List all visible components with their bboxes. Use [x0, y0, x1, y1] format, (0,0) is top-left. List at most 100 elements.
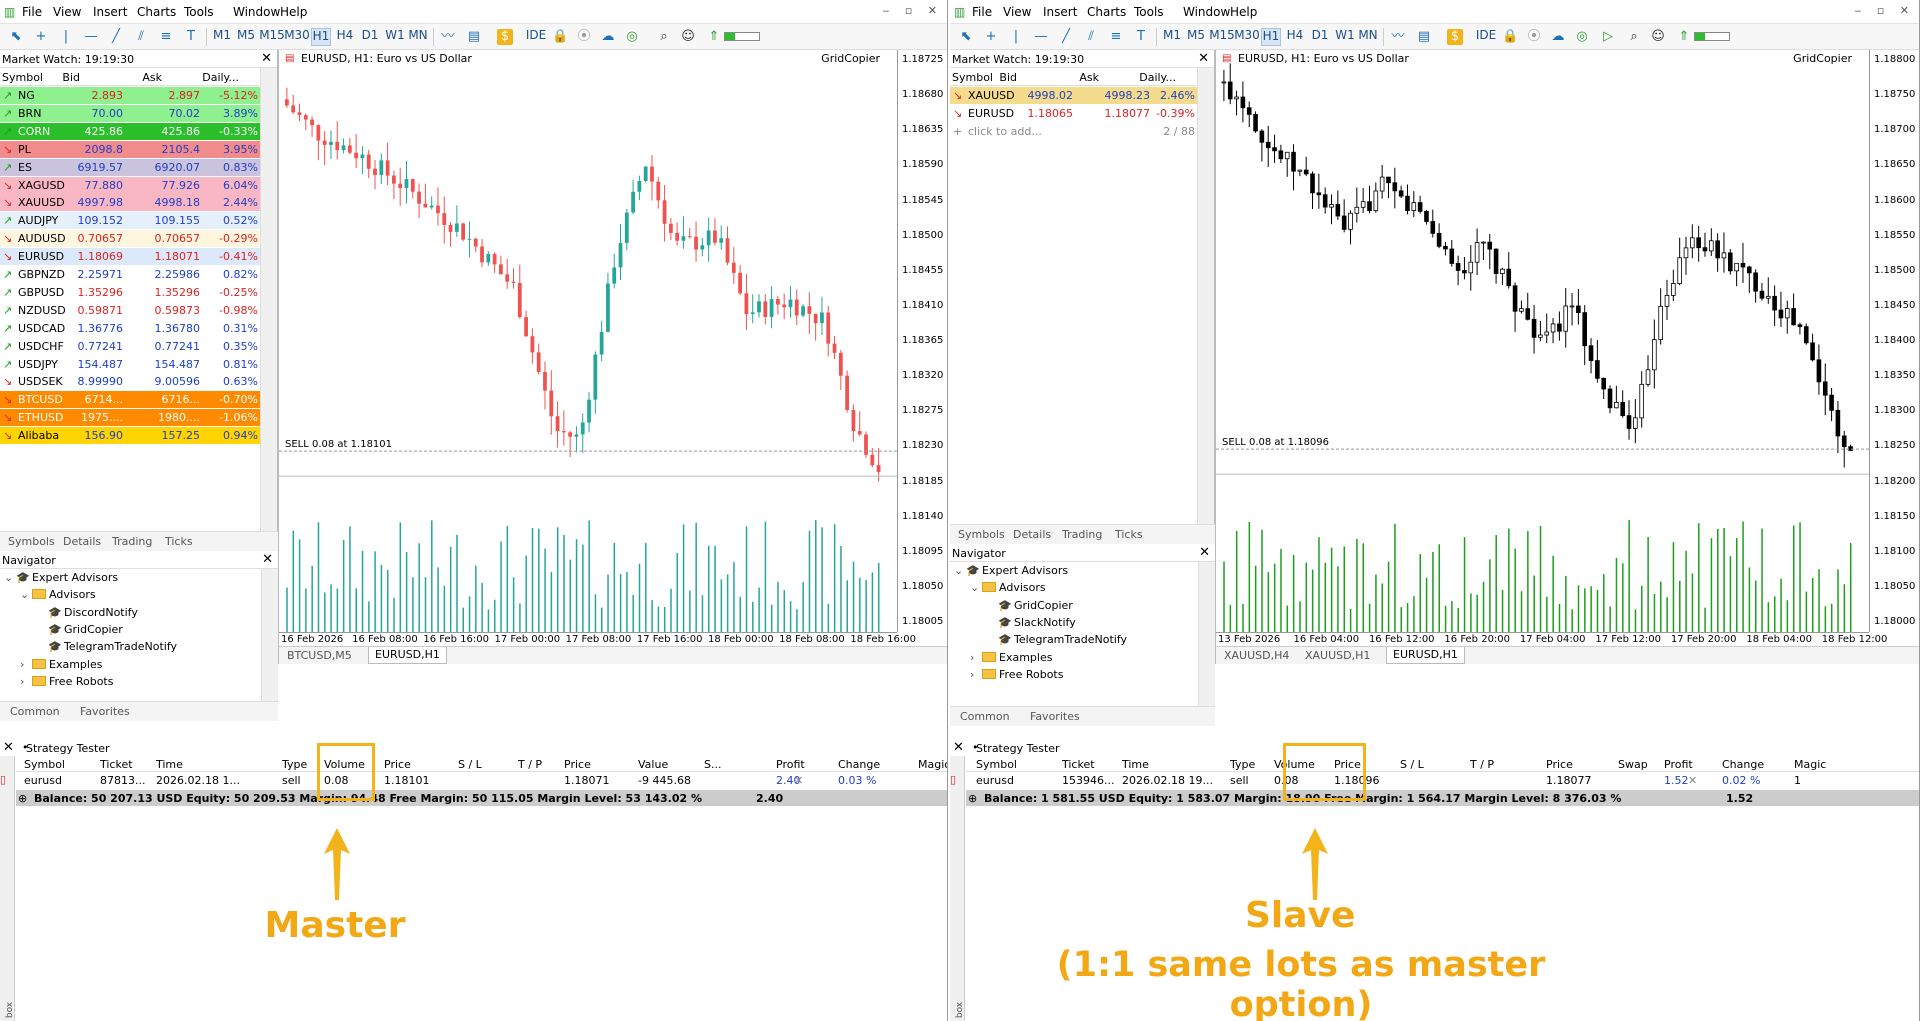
- mw-col-2[interactable]: Ask: [142, 71, 162, 84]
- search-icon[interactable]: ⌕: [1626, 29, 1642, 45]
- mw-col-0[interactable]: Symbol: [952, 71, 993, 84]
- candle-body[interactable]: [1443, 245, 1448, 250]
- notifications-icon[interactable]: ☺: [1650, 29, 1666, 45]
- candle-body[interactable]: [1746, 266, 1752, 274]
- candle-body[interactable]: [1411, 202, 1417, 211]
- candle-body[interactable]: [1740, 262, 1746, 268]
- ide-button[interactable]: IDE: [1475, 28, 1497, 46]
- candle-body[interactable]: [681, 236, 686, 241]
- candle-body[interactable]: [662, 200, 667, 224]
- market-watch-row[interactable]: ↘ PL 2098.8 2105.4 3.95%: [0, 140, 260, 159]
- candle-body[interactable]: [1468, 261, 1474, 274]
- candle-body[interactable]: [1265, 141, 1271, 149]
- mw-col-2[interactable]: Ask: [1079, 71, 1099, 84]
- candle-body[interactable]: [1765, 295, 1771, 299]
- candle-body[interactable]: [1759, 290, 1765, 299]
- tab-ticks[interactable]: Ticks: [165, 535, 193, 548]
- text-icon[interactable]: T: [183, 29, 199, 45]
- mw-col-3[interactable]: Daily...: [1139, 71, 1176, 84]
- candle-body[interactable]: [826, 312, 831, 344]
- vps-icon[interactable]: ◎: [624, 29, 640, 45]
- market-watch-row[interactable]: ↗ USDCHF 0.77241 0.77241 0.35%: [0, 337, 260, 356]
- tab-symbols[interactable]: Symbols: [8, 535, 55, 548]
- timeframe-w1[interactable]: W1: [1335, 28, 1355, 46]
- vline-icon[interactable]: |: [1008, 29, 1024, 45]
- chart-tab[interactable]: BTCUSD,M5: [287, 649, 352, 662]
- candle-body[interactable]: [379, 160, 384, 175]
- candle-body[interactable]: [473, 238, 478, 247]
- timeframe-m15[interactable]: M15: [1208, 28, 1236, 46]
- candle-body[interactable]: [285, 99, 289, 106]
- candle-body[interactable]: [851, 409, 856, 432]
- search-icon[interactable]: ⌕: [656, 29, 672, 45]
- candle-body[interactable]: [769, 299, 774, 317]
- close-icon[interactable]: ✕: [261, 51, 272, 66]
- menu-charts[interactable]: Charts: [1087, 5, 1126, 19]
- add-symbol-row[interactable]: + click to add... 2 / 88: [950, 123, 1197, 141]
- candle-body[interactable]: [436, 205, 440, 214]
- candle-body[interactable]: [1557, 323, 1562, 332]
- candle-body[interactable]: [1569, 305, 1575, 308]
- candle-body[interactable]: [687, 236, 692, 238]
- navigator-scrollbar[interactable]: [261, 569, 278, 701]
- candle-body[interactable]: [1544, 331, 1550, 336]
- candle-body[interactable]: [1253, 113, 1258, 132]
- candle-body[interactable]: [1272, 147, 1277, 152]
- level-icon[interactable]: ⇑: [1676, 29, 1692, 45]
- candle-body[interactable]: [499, 264, 503, 275]
- market-watch-row[interactable]: ↗ CORN 425.86 425.86 -0.33%: [0, 122, 260, 141]
- tester-col[interactable]: T / P: [518, 758, 542, 771]
- navigator-item[interactable]: › Free Robots: [20, 675, 113, 688]
- timeframe-m30[interactable]: M30: [1233, 28, 1261, 46]
- candle-body[interactable]: [429, 205, 434, 208]
- candle-body[interactable]: [838, 352, 843, 376]
- candle-body[interactable]: [1753, 272, 1758, 292]
- timeframe-h1[interactable]: H1: [311, 28, 331, 46]
- candle-body[interactable]: [1531, 318, 1537, 338]
- tab-favorites[interactable]: Favorites: [1030, 710, 1080, 723]
- candle-body[interactable]: [1582, 312, 1588, 347]
- candle-body[interactable]: [1424, 210, 1429, 222]
- candle-body[interactable]: [876, 465, 881, 473]
- tester-col[interactable]: Price: [384, 758, 411, 771]
- candle-body[interactable]: [492, 254, 497, 265]
- candle-body[interactable]: [731, 262, 736, 273]
- candle-body[interactable]: [1386, 176, 1391, 184]
- close-icon[interactable]: ✕: [1199, 545, 1210, 560]
- timeframe-m30[interactable]: M30: [283, 28, 311, 46]
- window-controls[interactable]: ‒ ▫ ✕: [882, 4, 943, 17]
- trendline-icon[interactable]: ╱: [1058, 29, 1074, 45]
- expand-icon[interactable]: ›: [20, 658, 32, 671]
- candle-body[interactable]: [1588, 345, 1594, 361]
- menu-tools[interactable]: Tools: [1134, 5, 1164, 19]
- candle-body[interactable]: [820, 312, 824, 324]
- tester-row[interactable]: eurusd 87813... 2026.02.18 1... sell 0.08 1.1…: [0, 772, 947, 789]
- timeframe-h4[interactable]: H4: [1285, 28, 1305, 46]
- market-watch-row[interactable]: ↘ USDSEK 8.99990 9.00596 0.63%: [0, 373, 260, 392]
- tab-common[interactable]: Common: [960, 710, 1010, 723]
- navigator-item[interactable]: 🎓 SlackNotify: [986, 616, 1076, 629]
- tester-col[interactable]: S / L: [1400, 758, 1424, 771]
- candle-body[interactable]: [1405, 195, 1410, 211]
- candle-body[interactable]: [486, 254, 491, 263]
- candle-body[interactable]: [870, 454, 875, 466]
- candle-body[interactable]: [1709, 240, 1714, 252]
- candle-body[interactable]: [1816, 359, 1822, 383]
- market-watch-row[interactable]: ↘ EURUSD 1.18065 1.18077 -0.39%: [950, 104, 1197, 123]
- lock-icon[interactable]: 🔒: [1502, 29, 1518, 45]
- chart-tab[interactable]: EURUSD,H1: [1386, 647, 1465, 664]
- navigator-item[interactable]: ⌄ 🎓 Expert Advisors: [4, 571, 118, 584]
- candle-body[interactable]: [1671, 283, 1676, 296]
- candle-body[interactable]: [398, 183, 403, 188]
- candle-body[interactable]: [656, 181, 661, 201]
- tester-col[interactable]: Time: [156, 758, 183, 771]
- candlestick-plot[interactable]: SELL 0.08 at 1.18096: [1216, 50, 1869, 632]
- tester-col[interactable]: Type: [1230, 758, 1255, 771]
- channel-icon[interactable]: ⫽: [133, 29, 149, 45]
- candle-body[interactable]: [1791, 308, 1796, 326]
- candle-body[interactable]: [1525, 308, 1531, 320]
- tester-col[interactable]: Profit: [776, 758, 805, 771]
- tab-details[interactable]: Details: [1013, 528, 1051, 541]
- candle-body[interactable]: [775, 299, 780, 305]
- candle-body[interactable]: [366, 154, 371, 169]
